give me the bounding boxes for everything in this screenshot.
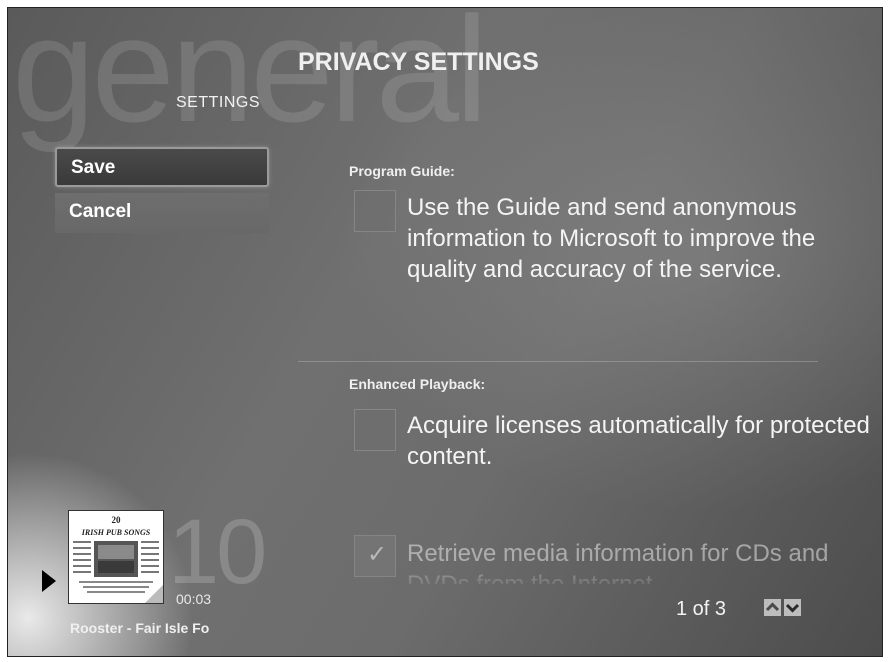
acquire-licenses-option-text[interactable]: Acquire licenses automatically for prote… [407,410,877,472]
program-guide-option-text[interactable]: Use the Guide and send anonymous informa… [407,192,877,285]
program-guide-checkbox[interactable] [354,190,396,232]
retrieve-media-info-checkbox[interactable]: ✓ [354,535,396,577]
now-playing-track-number: 10 [168,501,267,603]
album-art[interactable]: 20 IRISH PUB SONGS [68,510,164,604]
breadcrumb: SETTINGS [176,94,261,111]
enhanced-playback-label: Enhanced Playback: [349,376,486,392]
page-indicator: 1 of 3 [676,598,727,620]
section-divider [298,361,818,362]
program-guide-label: Program Guide: [349,163,455,179]
save-button[interactable]: Save [55,147,269,187]
media-center-window: general SETTINGS PRIVACY SETTINGS Save C… [7,7,883,657]
play-icon[interactable] [42,570,56,597]
album-title-text: IRISH PUB SONGS [81,528,151,537]
arrow-down-icon[interactable] [784,599,801,616]
page-title: PRIVACY SETTINGS [298,48,539,76]
cancel-button[interactable]: Cancel [55,193,269,233]
elapsed-time: 00:03 [176,591,212,607]
arrow-up-icon[interactable] [764,599,781,616]
acquire-licenses-checkbox[interactable] [354,409,396,451]
retrieve-media-info-option-text[interactable]: Retrieve media information for CDs and D… [407,538,877,584]
checkmark-icon: ✓ [367,541,388,568]
album-number-text: 20 [112,515,122,525]
now-playing-track-title[interactable]: Rooster - Fair Isle Fo [70,620,275,636]
